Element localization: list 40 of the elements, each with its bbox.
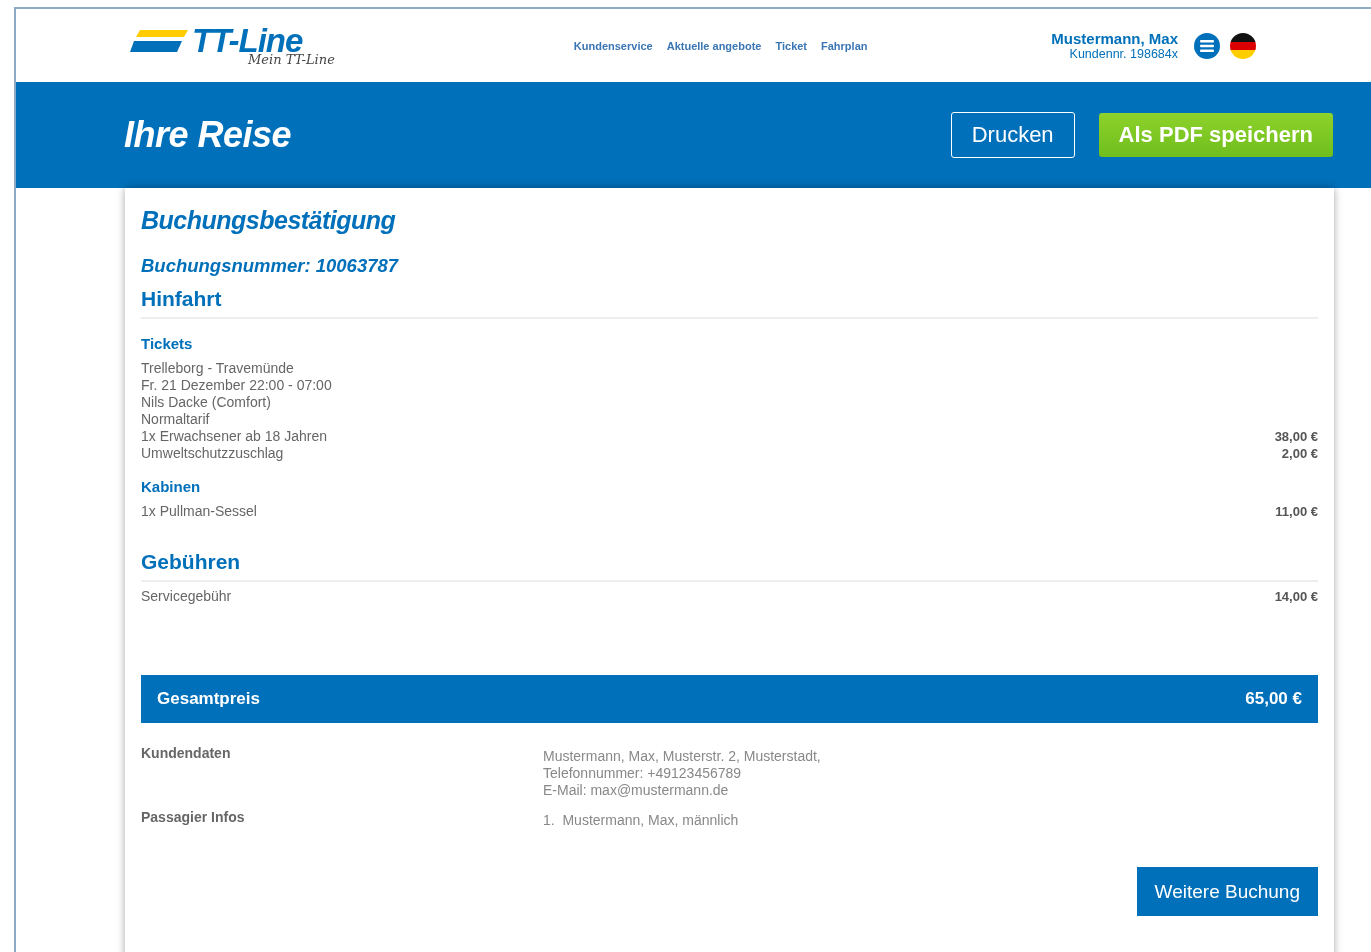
- section-title: Hinfahrt: [141, 287, 1318, 319]
- line-price: 38,00 €: [1274, 428, 1318, 445]
- stripes-logo-icon: [130, 30, 188, 52]
- print-button[interactable]: Drucken: [950, 112, 1075, 158]
- detail-label: Passagier Infos: [141, 809, 246, 827]
- line-price: 2,00 €: [1281, 445, 1318, 462]
- logo-tagline: Mein TT-Line: [248, 52, 335, 67]
- menu-button[interactable]: [1194, 32, 1220, 59]
- nav-link[interactable]: Aktuelle angebote: [666, 39, 762, 52]
- user-name: Mustermann, Max: [1051, 30, 1178, 47]
- detail-label: Kundendaten: [141, 745, 232, 763]
- section-title: Gebühren: [141, 550, 1318, 582]
- nav-link[interactable]: Ticket: [775, 39, 808, 52]
- line-item: 1x Pullman-Sessel: [141, 503, 257, 520]
- total-label: Gesamtpreis: [157, 689, 260, 709]
- page-title: Ihre Reise: [124, 114, 293, 156]
- group-title: Kabinen: [141, 478, 202, 495]
- nav-link[interactable]: Fahrplan: [821, 39, 868, 52]
- group-title: Tickets: [141, 335, 194, 352]
- menu-icon: [1200, 39, 1214, 52]
- line-item: Trelleborg - Travemünde: [141, 360, 294, 377]
- detail-text: 1. Mustermann, Max, männlich: [543, 812, 740, 829]
- line-item: Fr. 21 Dezember 22:00 - 07:00: [141, 377, 332, 394]
- german-flag-icon[interactable]: [1230, 32, 1256, 59]
- line-item: Nils Dacke (Comfort): [141, 394, 271, 411]
- detail-text: E-Mail: max@mustermann.de: [543, 782, 730, 799]
- detail-text: Mustermann, Max, Musterstr. 2, Musterstadt,: [543, 748, 822, 765]
- detail-text: Telefonnummer: +49123456789: [543, 765, 743, 782]
- total-amount: 65,00 €: [1245, 689, 1302, 709]
- nav-link[interactable]: Kundenservice: [573, 39, 653, 52]
- confirmation-title: Buchungsbestätigung: [141, 206, 397, 235]
- line-price: 11,00 €: [1275, 503, 1318, 520]
- booking-number: Buchungsnummer: 10063787: [141, 255, 400, 277]
- new-booking-button[interactable]: Weitere Buchung: [1136, 867, 1318, 916]
- customer-number: Kundennr. 198684x: [1069, 47, 1178, 61]
- line-item: Servicegebühr: [141, 588, 232, 605]
- line-item: Umweltschutzzuschlag: [141, 445, 284, 462]
- line-item: Normaltarif: [141, 411, 210, 428]
- line-item: 1x Erwachsener ab 18 Jahren: [141, 428, 327, 445]
- line-price: 14,00 €: [1274, 588, 1318, 605]
